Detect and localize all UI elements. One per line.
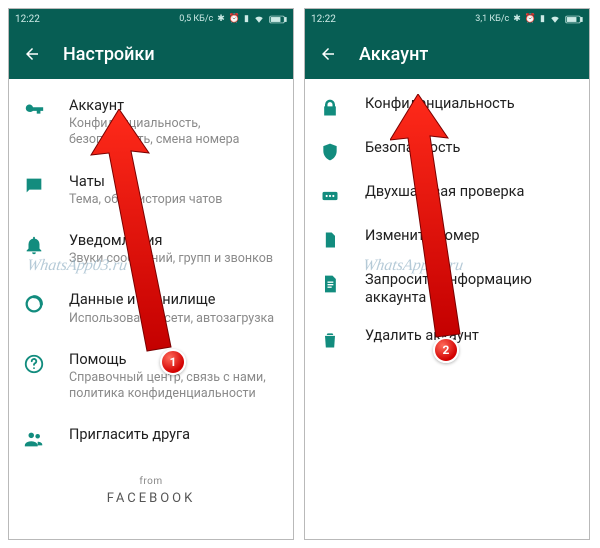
settings-item-help[interactable]: Помощь Справочный центр, связь с нами, п… [9,339,293,415]
chat-icon [23,175,45,197]
people-icon [23,428,45,450]
item-title: Пригласить друга [69,426,277,444]
settings-item-notifications[interactable]: Уведомления Звуки сообщений, групп и зво… [9,220,293,279]
item-title: Запросить информацию аккаунта [365,271,573,307]
data-usage-icon [23,293,45,315]
account-item-privacy[interactable]: Конфиденциальность [305,85,589,129]
page-title: Настройки [63,44,155,65]
item-subtitle: Использование сети, автозагрузка [69,311,277,327]
back-icon[interactable] [23,45,41,63]
wifi-icon [549,14,561,24]
pin-icon [319,185,341,207]
item-subtitle: Конфиденциальность, безопасность, смена … [69,116,277,149]
signal-icon: ▮ [540,14,545,24]
item-title: Чаты [69,173,277,191]
status-right: 3,1 КБ/с ✱ ⏰ ▮ [475,14,583,24]
item-subtitle: Справочный центр, связь с нами, политика… [69,370,277,403]
document-icon [319,273,341,295]
item-title: Помощь [69,351,277,369]
trash-icon [319,329,341,351]
item-title: Двухшаговая проверка [365,183,573,201]
settings-item-chats[interactable]: Чаты Тема, обои, история чатов [9,161,293,220]
key-icon [23,99,45,121]
signal-icon: ▮ [244,14,249,24]
shield-icon [319,141,341,163]
settings-item-data[interactable]: Данные и хранилище Использование сети, а… [9,279,293,338]
phone-right: 12:22 3,1 КБ/с ✱ ⏰ ▮ Аккаунт Конфиденциа… [304,8,590,540]
battery-icon [565,15,583,24]
status-bar: 12:22 3,1 КБ/с ✱ ⏰ ▮ [305,9,589,29]
help-icon [23,353,45,375]
account-item-two-step[interactable]: Двухшаговая проверка [305,173,589,217]
page-title: Аккаунт [359,44,428,65]
bell-icon [23,234,45,256]
back-icon[interactable] [319,45,337,63]
status-time: 12:22 [15,14,40,25]
item-subtitle: Звуки сообщений, групп и звонков [69,251,277,267]
status-net: 0,5 КБ/с [179,14,213,24]
lock-icon [319,97,341,119]
item-title: Изменить номер [365,227,573,245]
item-title: Безопасность [365,139,573,157]
item-title: Уведомления [69,232,277,250]
alarm-icon: ⏰ [229,14,240,24]
item-title: Аккаунт [69,97,277,115]
account-item-delete[interactable]: Удалить аккаунт [305,317,589,361]
settings-item-account[interactable]: Аккаунт Конфиденциальность, безопасность… [9,85,293,161]
account-item-change-number[interactable]: Изменить номер [305,217,589,261]
settings-item-invite[interactable]: Пригласить друга [9,414,293,462]
account-item-request-info[interactable]: Запросить информацию аккаунта [305,261,589,317]
phone-left: 12:22 0,5 КБ/с ✱ ⏰ ▮ Настройки Аккаунт [8,8,294,540]
status-bar: 12:22 0,5 КБ/с ✱ ⏰ ▮ [9,9,293,29]
item-title: Удалить аккаунт [365,327,573,345]
item-title: Данные и хранилище [69,291,277,309]
wifi-icon [253,14,265,24]
app-bar: Аккаунт [305,29,589,79]
bluetooth-icon: ✱ [513,14,521,24]
account-list: Конфиденциальность Безопасность Двухшаго… [305,79,589,367]
bluetooth-icon: ✱ [217,14,225,24]
footer-from: from [9,476,293,487]
status-net: 3,1 КБ/с [475,14,509,24]
footer-brand: FACEBOOK [9,491,293,506]
item-subtitle: Тема, обои, история чатов [69,192,277,208]
sim-icon [319,229,341,251]
item-title: Конфиденциальность [365,95,573,113]
status-right: 0,5 КБ/с ✱ ⏰ ▮ [179,14,287,24]
alarm-icon: ⏰ [525,14,536,24]
status-time: 12:22 [311,14,336,25]
app-bar: Настройки [9,29,293,79]
battery-icon [269,15,287,24]
footer: from FACEBOOK [9,476,293,506]
settings-list: Аккаунт Конфиденциальность, безопасность… [9,79,293,512]
account-item-security[interactable]: Безопасность [305,129,589,173]
